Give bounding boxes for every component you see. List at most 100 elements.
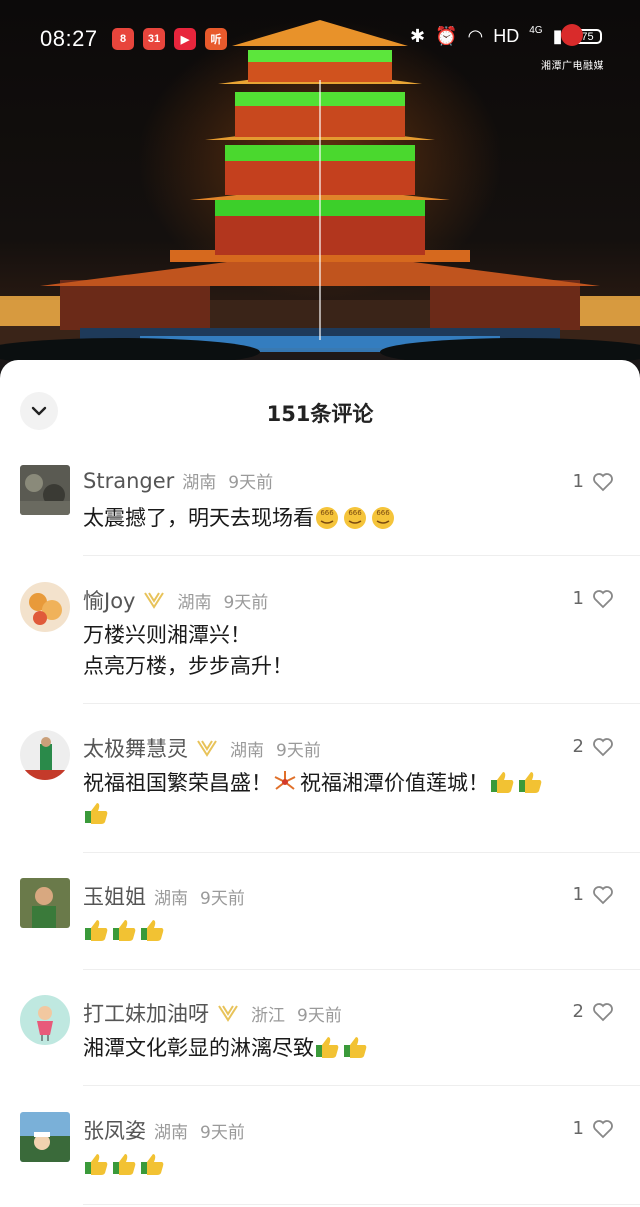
comment-time: 9天前 [228, 473, 274, 493]
666-emoji-icon: 666 [344, 507, 366, 529]
comment-username[interactable]: Stranger [83, 469, 174, 493]
comment-item: 太极舞慧灵 湖南 9天前 2 祝福祖国繁荣昌盛！ 祝福湘潭价值莲城！ [0, 730, 640, 880]
avatar[interactable] [20, 995, 70, 1045]
listen-notification-icon: 听 [205, 28, 227, 50]
like-button[interactable]: 1 [573, 471, 614, 492]
avatar[interactable] [20, 878, 70, 928]
avatar[interactable] [20, 730, 70, 780]
status-bar: 08:27 8 31 ▶ 听 ✱ ⏰ ◠ HD 4G ▮ 75 湘潭广电融媒 [0, 0, 640, 80]
comment-text: 祝福祖国繁荣昌盛！ 祝福湘潭价值莲城！ [83, 768, 613, 830]
vip-badge-icon [197, 740, 217, 757]
avatar[interactable] [20, 465, 70, 515]
comment-line: 万楼兴则湘潭兴！ [83, 623, 251, 647]
thumbs-up-emoji-icon [344, 1037, 367, 1058]
comment-time: 9天前 [276, 740, 321, 761]
source-watermark: 湘潭广电融媒 [541, 61, 604, 72]
comment-meta: 愉Joy 湖南 9天前 [83, 585, 268, 615]
comment-line: 祝福湘潭价值莲城！ [300, 771, 489, 795]
svg-text:666: 666 [376, 509, 390, 517]
comment-location: 浙江 [251, 1005, 285, 1026]
comment-time: 9天前 [200, 1122, 245, 1143]
calendar-notification-icon: 31 [143, 28, 165, 50]
comment-item: 张凤姿 湖南 9天前 1 [0, 1112, 640, 1207]
like-button[interactable]: 2 [573, 736, 614, 757]
app-notification-icon: 8 [112, 28, 134, 50]
vip-badge-icon [218, 1005, 238, 1022]
recording-indicator-icon [561, 24, 583, 46]
666-emoji-icon: 666 [372, 507, 394, 529]
like-count: 1 [572, 588, 584, 609]
comment-location: 湖南 [154, 888, 188, 909]
thumbs-up-emoji-icon [491, 772, 514, 793]
comment-location: 湖南 [230, 740, 264, 761]
alarm-icon: ⏰ [435, 26, 458, 46]
comments-sheet: 151条评论 Stranger 湖南 9天前 1 太震撼了，明天去现场看 666 6… [0, 360, 640, 1207]
comment-location: 湖南 [177, 592, 212, 613]
divider [83, 969, 640, 970]
wifi-icon: ◠ [467, 26, 484, 46]
divider [83, 852, 640, 853]
network-type: 4G [529, 25, 543, 36]
comments-count-title: 151条评论 [266, 402, 374, 426]
comment-username[interactable]: 玉姐姐 [83, 881, 146, 911]
comment-meta: Stranger 湖南 9天前 [83, 468, 274, 494]
comment-location: 湖南 [154, 1122, 188, 1143]
comment-text: 万楼兴则湘潭兴！ 点亮万楼，步步高升！ [83, 620, 613, 682]
comment-line: 太震撼了，明天去现场看 [83, 506, 314, 530]
like-button[interactable]: 1 [573, 1118, 614, 1139]
comments-header: 151条评论 [0, 360, 640, 460]
like-button[interactable]: 2 [573, 1001, 614, 1022]
comment-text [83, 916, 613, 947]
comment-meta: 玉姐姐 湖南 9天前 [83, 881, 245, 911]
video-notification-icon: ▶ [174, 28, 196, 50]
heart-icon [593, 885, 613, 904]
thumbs-up-emoji-icon [113, 1154, 136, 1175]
comment-username[interactable]: 张凤姿 [83, 1115, 146, 1145]
thumbs-up-emoji-icon [316, 1037, 339, 1058]
heart-icon [593, 589, 613, 608]
comment-username[interactable]: 打工妹加油呀 [83, 998, 209, 1028]
comment-username[interactable]: 愉Joy [83, 585, 135, 615]
like-count: 2 [572, 736, 584, 757]
divider [83, 1085, 640, 1086]
comment-item: 愉Joy 湖南 9天前 1 万楼兴则湘潭兴！ 点亮万楼，步步高升！ [0, 582, 640, 728]
thumbs-up-emoji-icon [113, 920, 136, 941]
like-button[interactable]: 1 [573, 884, 614, 905]
comment-text [83, 1150, 613, 1181]
divider [83, 703, 640, 704]
avatar[interactable] [20, 1112, 70, 1162]
thumbs-up-emoji-icon [141, 920, 164, 941]
like-button[interactable]: 1 [573, 588, 614, 609]
svg-text:666: 666 [320, 509, 334, 517]
comment-username[interactable]: 太极舞慧灵 [83, 733, 188, 763]
comment-text: 湘潭文化彰显的淋漓尽致 [83, 1033, 613, 1064]
vip-badge-icon [144, 592, 165, 609]
heart-icon [593, 737, 613, 756]
avatar[interactable] [20, 582, 70, 632]
comment-line: 点亮万楼，步步高升！ [83, 654, 293, 678]
comment-meta: 打工妹加油呀 浙江 9天前 [83, 998, 342, 1028]
comment-time: 9天前 [297, 1005, 342, 1026]
video-frame[interactable]: 08:27 8 31 ▶ 听 ✱ ⏰ ◠ HD 4G ▮ 75 湘潭广电融媒 [0, 0, 640, 400]
comment-item: 玉姐姐 湖南 9天前 1 [0, 878, 640, 994]
like-count: 1 [572, 471, 584, 492]
comment-item: 打工妹加油呀 浙江 9天前 2 湘潭文化彰显的淋漓尽致 [0, 995, 640, 1111]
heart-icon [593, 1119, 613, 1138]
heart-icon [593, 1002, 613, 1021]
thumbs-up-emoji-icon [85, 920, 108, 941]
666-emoji-icon: 666 [316, 507, 338, 529]
hd-indicator: HD [493, 26, 520, 46]
comment-meta: 太极舞慧灵 湖南 9天前 [83, 733, 321, 763]
status-time: 08:27 [40, 26, 98, 51]
comment-time: 9天前 [200, 888, 245, 909]
notification-icons: 8 31 ▶ 听 [112, 28, 227, 50]
comment-time: 9天前 [223, 592, 269, 613]
fireworks-emoji-icon [274, 771, 296, 790]
bluetooth-icon: ✱ [410, 26, 426, 46]
comment-meta: 张凤姿 湖南 9天前 [83, 1115, 245, 1145]
divider [83, 1204, 640, 1205]
thumbs-up-emoji-icon [85, 1154, 108, 1175]
thumbs-up-emoji-icon [141, 1154, 164, 1175]
thumbs-up-emoji-icon [85, 803, 108, 824]
comment-text: 太震撼了，明天去现场看 666 666 666 [83, 503, 613, 534]
